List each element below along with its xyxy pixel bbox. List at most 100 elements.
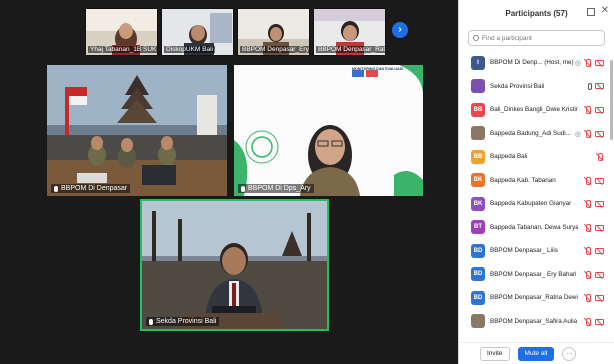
participant-list-scrollbar[interactable]: [610, 60, 613, 140]
participant-status-icons: [596, 153, 604, 161]
microphone-muted-icon[interactable]: [596, 153, 604, 161]
participant-name: Sekda Provinsi Bali: [490, 82, 545, 90]
participant-name-text: Sekda Provinsi Bali: [156, 318, 217, 325]
participant-status-icons: [588, 82, 604, 90]
participant-name-label: Sekda Provinsi Bali: [146, 317, 220, 326]
participant-row[interactable]: I BBPOM Di Denp... (Host, me) ◎: [459, 51, 609, 75]
camera-off-icon[interactable]: [595, 271, 604, 278]
microphone-muted-icon[interactable]: [584, 176, 592, 185]
avatar: BK: [471, 196, 485, 211]
video-feed: [234, 65, 423, 196]
popout-icon[interactable]: [587, 8, 595, 16]
close-icon[interactable]: ✕: [601, 5, 609, 16]
participants-header: Participants (57) ✕: [459, 0, 614, 26]
participant-name: BBPOM Di Denp... (Host, me): [490, 59, 574, 67]
video-stage: Yhaj Tabanan_1B SUK DiskopUKM Bali BBPOM…: [0, 0, 458, 364]
mute-all-button[interactable]: Mute all: [517, 346, 555, 361]
participant-row[interactable]: BT Bappeda Tabanan, Dewa Surya: [459, 216, 609, 240]
participant-name-label: Yhaj Tabanan_1B SUK: [88, 46, 157, 53]
participant-status-icons: [584, 294, 604, 302]
video-tile-bbpom-denpasar[interactable]: BBPOM Di Denpasar: [47, 65, 227, 196]
participant-name: Bappeda Badung_Adi Sudi...: [490, 129, 571, 137]
participant-status-icons: [584, 223, 604, 232]
microphone-icon: [149, 318, 153, 325]
video-thumbnail[interactable]: BBPOM Denpasar_Ery...: [237, 8, 310, 56]
microphone-muted-icon[interactable]: [584, 270, 592, 279]
avatar: [471, 79, 485, 94]
camera-off-icon[interactable]: [595, 224, 604, 231]
participant-search[interactable]: [468, 30, 605, 46]
microphone-icon: [54, 185, 58, 192]
participant-row[interactable]: BB Bali_Dinkes Bangli_Dwie Kristina: [459, 98, 609, 122]
avatar: [471, 126, 485, 141]
search-input[interactable]: [482, 34, 602, 42]
video-tile-bbpom-dps-ary[interactable]: MONITORING DAN EVALUASI BBPOM Di Dps_Ary: [234, 65, 423, 196]
participant-name-label: DiskopUKM Bali: [164, 46, 215, 53]
microphone-muted-icon[interactable]: [584, 317, 592, 326]
participant-row[interactable]: Bappeda Badung_Adi Sudi... ◎: [459, 122, 609, 146]
avatar: BD: [471, 267, 485, 282]
video-feed: [142, 201, 327, 329]
microphone-muted-icon[interactable]: [584, 200, 592, 208]
microphone-icon[interactable]: [588, 82, 592, 90]
presentation-banner: MONITORING DAN EVALUASI: [352, 67, 403, 71]
participant-name-label: BBPOM Di Dps_Ary: [238, 184, 314, 193]
participant-row[interactable]: BBPOM Denpasar_Safira Aulia: [459, 310, 609, 334]
participant-name: Bappeda Kab. Tabanan: [490, 176, 556, 184]
camera-off-icon[interactable]: [595, 130, 604, 137]
microphone-muted-icon[interactable]: [584, 129, 592, 138]
participant-row[interactable]: Sekda Provinsi Bali: [459, 75, 609, 99]
next-page-arrow-button[interactable]: ›: [392, 22, 408, 38]
avatar: BD: [471, 290, 485, 305]
participant-name: BBPOM Denpasar_Ratna Dewi: [490, 294, 578, 302]
avatar: I: [471, 55, 485, 70]
participant-status-icons: ◎: [575, 59, 604, 67]
camera-off-icon[interactable]: [595, 318, 604, 325]
camera-off-icon[interactable]: [595, 295, 604, 301]
participant-row[interactable]: BK Bappeda Kab. Tabanan: [459, 169, 609, 193]
participant-status-icons: [584, 317, 604, 326]
camera-off-icon[interactable]: [595, 248, 604, 254]
camera-off-icon[interactable]: [595, 60, 604, 66]
participant-status-icons: [584, 176, 604, 185]
camera-off-icon[interactable]: [595, 83, 604, 89]
microphone-muted-icon[interactable]: [584, 223, 592, 232]
video-feed: [47, 65, 227, 196]
participants-title: Participants (57): [505, 8, 568, 18]
thumbnail-strip: Yhaj Tabanan_1B SUK DiskopUKM Bali BBPOM…: [85, 8, 386, 56]
search-icon: [473, 35, 479, 41]
participant-name-label: BBPOM Denpasar_Ery...: [240, 46, 309, 53]
participant-name: BBPOM Denpasar_ Liiis: [490, 247, 558, 255]
participant-name: Bappeda Kabupaten Gianyar: [490, 200, 572, 208]
participant-row[interactable]: BD BBPOM Denpasar_ Liiis: [459, 239, 609, 263]
participant-row[interactable]: BD BBPOM Denpasar_Ratna Dewi: [459, 286, 609, 310]
microphone-muted-icon[interactable]: [584, 59, 592, 67]
avatar: BK: [471, 173, 485, 188]
participant-name-label: BBPOM Denpasar_Rat...: [316, 46, 385, 53]
avatar: [471, 314, 485, 329]
participant-status-icons: ◎: [574, 129, 604, 138]
microphone-muted-icon[interactable]: [584, 247, 592, 255]
invite-button[interactable]: Invite: [480, 346, 510, 361]
participants-panel: Participants (57) ✕ I BBPOM Di Denp... (H…: [458, 0, 614, 364]
camera-off-icon[interactable]: [595, 107, 604, 113]
shield-icon: ◎: [574, 130, 581, 138]
participant-name: BBPOM Denpasar_Safira Aulia: [490, 317, 578, 325]
microphone-muted-icon[interactable]: [584, 106, 592, 114]
camera-off-icon[interactable]: [595, 177, 604, 184]
avatar: BB: [471, 149, 485, 164]
camera-off-icon[interactable]: [595, 201, 604, 207]
participant-status-icons: [584, 106, 604, 114]
more-options-button[interactable]: ···: [562, 346, 577, 361]
participant-row[interactable]: BD BBPOM Denpasar_ Ery Bahari: [459, 263, 609, 287]
shield-icon: ◎: [574, 60, 581, 67]
video-tile-sekda-provinsi-bali[interactable]: Sekda Provinsi Bali: [140, 199, 329, 331]
participant-status-icons: [584, 247, 604, 255]
participant-row[interactable]: BB Bappeda Bali: [459, 145, 609, 169]
participant-row[interactable]: BK Bappeda Kabupaten Gianyar: [459, 192, 609, 216]
video-thumbnail[interactable]: DiskopUKM Bali: [161, 8, 234, 56]
participant-name: Bappeda Tabanan, Dewa Surya: [490, 223, 578, 231]
video-thumbnail[interactable]: Yhaj Tabanan_1B SUK: [85, 8, 158, 56]
video-thumbnail[interactable]: BBPOM Denpasar_Rat...: [313, 8, 386, 56]
microphone-muted-icon[interactable]: [584, 294, 592, 302]
